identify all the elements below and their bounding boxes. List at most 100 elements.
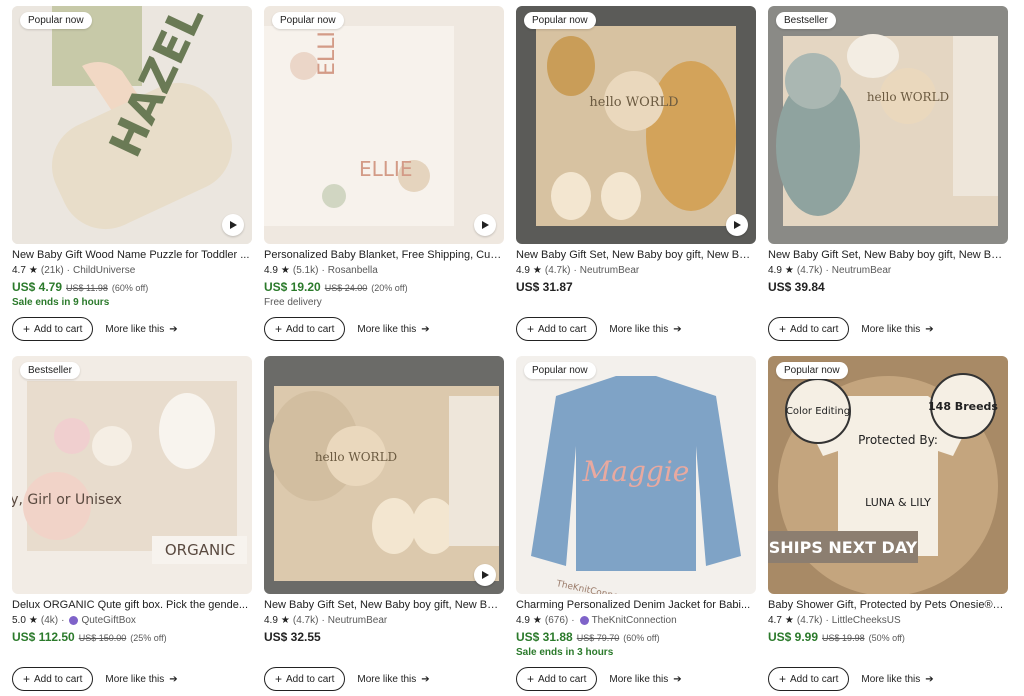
product-image[interactable]: hello WORLD Popular now	[516, 6, 756, 244]
shop-name[interactable]: QuteGiftBox	[81, 614, 135, 627]
more-like-this-link[interactable]: More like this ➔	[357, 674, 429, 685]
product-title[interactable]: Delux ORGANIC Qute gift box. Pick the ge…	[12, 598, 250, 612]
add-to-cart-button[interactable]: + Add to cart	[264, 317, 346, 341]
price: US$ 31.87	[516, 280, 573, 294]
shop-name[interactable]: ChildUniverse	[73, 264, 135, 277]
free-delivery-note: Free delivery	[264, 297, 322, 308]
rating-row: 4.9 ★ (676) · TheKnitConnection	[516, 614, 677, 627]
more-like-this-link[interactable]: More like this ➔	[861, 674, 933, 685]
discount-percent: (60% off)	[111, 283, 149, 293]
product-image[interactable]: hello WORLD	[264, 356, 504, 594]
product-title[interactable]: New Baby Gift Set, New Baby boy gift, Ne…	[264, 598, 502, 612]
arrow-right-icon: ➔	[169, 673, 178, 685]
more-like-this-link[interactable]: More like this ➔	[609, 674, 681, 685]
shop-name[interactable]: TheKnitConnection	[592, 614, 677, 627]
rating-row: 5.0 ★ (4k) · QuteGiftBox	[12, 614, 136, 627]
product-card[interactable]: Maggie TheKnitConnection Popular now Cha…	[516, 356, 756, 659]
play-icon[interactable]	[474, 214, 496, 236]
product-photo-pets-onesie: Color Editing 148 Breeds Protected By: L…	[768, 356, 1008, 594]
add-to-cart-button[interactable]: + Add to cart	[516, 667, 598, 691]
shop-name[interactable]: NeutrumBear	[580, 264, 639, 277]
more-like-this-label: More like this	[609, 323, 669, 335]
card-actions: + Add to cart More like this ➔	[516, 317, 682, 341]
more-like-this-link[interactable]: More like this ➔	[609, 324, 681, 335]
play-icon[interactable]	[474, 564, 496, 586]
review-count: (5.1k)	[292, 265, 319, 276]
plus-icon: +	[275, 672, 283, 686]
product-card[interactable]: Boy, Girl or Unisex ORGANIC Bestseller D…	[12, 356, 252, 645]
star-icon: ★	[280, 265, 290, 276]
product-image[interactable]: ELLIE ELLIE Popular now	[264, 6, 504, 244]
popular-badge: Popular now	[272, 12, 344, 29]
product-title[interactable]: New Baby Gift Set, New Baby boy gift, Ne…	[768, 248, 1006, 262]
popular-badge: Popular now	[524, 12, 596, 29]
rating-value: 4.9	[768, 265, 782, 276]
add-to-cart-label: Add to cart	[538, 323, 587, 335]
color-editing-text: Color Editing	[786, 406, 850, 417]
price-row: US$ 32.55	[264, 630, 504, 644]
shop-name[interactable]: Rosanbella	[328, 264, 378, 277]
product-title[interactable]: New Baby Gift Wood Name Puzzle for Toddl…	[12, 248, 250, 262]
product-photo-blanket: ELLIE ELLIE	[264, 6, 504, 244]
plus-icon: +	[527, 322, 535, 336]
card-actions: + Add to cart More like this ➔	[264, 667, 430, 691]
add-to-cart-button[interactable]: + Add to cart	[264, 667, 346, 691]
original-price: US$ 19.98	[822, 633, 865, 643]
price-row: US$ 4.79 US$ 11.98 (60% off)	[12, 280, 252, 295]
product-photo-giraffe-set: hello WORLD	[516, 6, 756, 244]
rating-value: 4.9	[264, 615, 278, 626]
product-image[interactable]: Color Editing 148 Breeds Protected By: L…	[768, 356, 1008, 594]
add-to-cart-button[interactable]: + Add to cart	[768, 667, 850, 691]
more-like-this-label: More like this	[357, 673, 417, 685]
original-price: US$ 79.70	[576, 633, 620, 643]
more-like-this-link[interactable]: More like this ➔	[861, 324, 933, 335]
product-photo-hat-set: hello WORLD	[768, 6, 1008, 244]
sale-price: US$ 31.88	[516, 630, 573, 644]
plus-icon: +	[779, 672, 787, 686]
card-actions: + Add to cart More like this ➔	[516, 667, 682, 691]
shop-name[interactable]: NeutrumBear	[328, 614, 387, 627]
play-icon[interactable]	[222, 214, 244, 236]
product-card[interactable]: Color Editing 148 Breeds Protected By: L…	[768, 356, 1008, 645]
product-photo-giraffe-booties: hello WORLD	[264, 356, 504, 594]
plus-icon: +	[527, 672, 535, 686]
product-title[interactable]: Baby Shower Gift, Protected by Pets Ones…	[768, 598, 1006, 612]
discount-percent: (50% off)	[868, 633, 905, 643]
card-actions: + Add to cart More like this ➔	[12, 317, 178, 341]
popular-badge: Popular now	[20, 12, 92, 29]
star-icon: ★	[280, 615, 290, 626]
more-like-this-label: More like this	[357, 323, 417, 335]
more-like-this-link[interactable]: More like this ➔	[105, 674, 177, 685]
shop-verified-icon	[69, 616, 79, 625]
card-actions: + Add to cart More like this ➔	[12, 667, 178, 691]
shop-name[interactable]: NeutrumBear	[832, 264, 891, 277]
shop-name[interactable]: LittleCheeksUS	[832, 614, 901, 627]
product-grid: HAZEL Popular now New Baby Gift Wood Nam…	[0, 0, 1024, 696]
price-row: US$ 31.87	[516, 280, 756, 294]
product-card[interactable]: ELLIE ELLIE Popular now Personalized Bab…	[264, 6, 504, 309]
play-icon[interactable]	[726, 214, 748, 236]
add-to-cart-label: Add to cart	[34, 323, 83, 335]
product-card[interactable]: hello WORLD Popular now New Baby Gift Se…	[516, 6, 756, 294]
price-row: US$ 19.20 US$ 24.00 (20% off)	[264, 280, 504, 295]
product-image[interactable]: Boy, Girl or Unisex ORGANIC Bestseller	[12, 356, 252, 594]
product-image[interactable]: Maggie TheKnitConnection Popular now	[516, 356, 756, 594]
product-card[interactable]: hello WORLD Bestseller New Baby Gift Set…	[768, 6, 1008, 294]
sale-price: US$ 9.99	[768, 630, 819, 644]
product-image[interactable]: HAZEL Popular now	[12, 6, 252, 244]
product-image[interactable]: hello WORLD Bestseller	[768, 6, 1008, 244]
add-to-cart-button[interactable]: + Add to cart	[12, 667, 94, 691]
add-to-cart-button[interactable]: + Add to cart	[516, 317, 598, 341]
product-card[interactable]: HAZEL Popular now New Baby Gift Wood Nam…	[12, 6, 252, 309]
product-title[interactable]: Charming Personalized Denim Jacket for B…	[516, 598, 754, 612]
more-like-this-link[interactable]: More like this ➔	[357, 324, 429, 335]
product-title[interactable]: Personalized Baby Blanket, Free Shipping…	[264, 248, 502, 262]
add-to-cart-button[interactable]: + Add to cart	[12, 317, 94, 341]
product-title[interactable]: New Baby Gift Set, New Baby boy gift, Ne…	[516, 248, 754, 262]
add-to-cart-button[interactable]: + Add to cart	[768, 317, 850, 341]
popular-badge: Popular now	[776, 362, 848, 379]
arrow-right-icon: ➔	[673, 323, 682, 335]
plus-icon: +	[275, 322, 283, 336]
product-card[interactable]: hello WORLD New Baby Gift Set, New Baby …	[264, 356, 504, 644]
more-like-this-link[interactable]: More like this ➔	[105, 324, 177, 335]
